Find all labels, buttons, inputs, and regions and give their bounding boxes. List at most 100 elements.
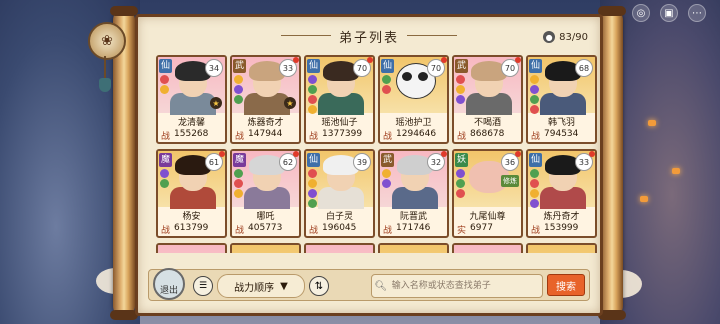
disciple-name: 瑶池护卫 (395, 118, 432, 128)
search-button[interactable]: 搜索 (547, 274, 585, 296)
power-row: 战 1377399 (309, 129, 371, 142)
disciple-name: 哪吒 (256, 212, 275, 222)
element-orb-icon (530, 189, 539, 198)
star-icon: ★ (284, 97, 296, 109)
disciple-card-partial[interactable] (304, 243, 375, 253)
disciple-card[interactable]: 武 33 ★ 炼器奇才战 147944 (230, 55, 301, 144)
element-orbs (160, 75, 169, 94)
disciple-card-partial[interactable] (230, 243, 301, 253)
disciple-name: 韩飞羽 (547, 118, 575, 128)
disciple-card[interactable]: 妖 36 修炼 九尾仙尊实 6977 (452, 149, 523, 238)
element-orb-icon (382, 179, 391, 188)
notification-dot-icon (515, 151, 521, 157)
power-label: 战 (531, 132, 541, 142)
search-box[interactable]: 🔍︎ (371, 274, 543, 298)
faction-badge: 仙 (159, 59, 172, 73)
element-orb-icon (308, 169, 317, 178)
power-label: 战 (235, 226, 245, 236)
disciple-card[interactable]: 武 70 不喝酒战 868678 (452, 55, 523, 144)
disciple-list-panel: 弟子列表 ● 83/90 仙 34 ★ 龙清馨战 155268 武 33 ★ 炼器奇才战 147… (135, 14, 603, 316)
exit-button[interactable]: 退出 (153, 268, 185, 300)
element-orb-icon (456, 179, 465, 188)
disciple-card[interactable]: 武 32 阮晋武战 171746 (378, 149, 449, 238)
chevron-down-icon: ▼ (280, 280, 288, 292)
power-row: 战 1294646 (383, 129, 445, 142)
power-label: 战 (161, 226, 171, 236)
power-label: 战 (161, 132, 171, 142)
faction-badge: 仙 (307, 59, 320, 73)
exit-label: 退出 (159, 286, 178, 296)
notification-dot-icon (219, 151, 225, 157)
element-orb-icon (530, 105, 539, 114)
power-row: 战 147944 (235, 129, 297, 142)
power-label: 战 (383, 132, 393, 142)
level-badge: 34 (205, 59, 223, 77)
element-orb-icon (308, 85, 317, 94)
power-value: 147944 (248, 129, 283, 139)
swap-arrows-icon[interactable]: ⇅ (309, 276, 329, 296)
sort-dropdown[interactable]: 战力顺序 ▼ (217, 274, 305, 298)
disciple-card[interactable]: 仙 70 瑶池仙子战 1377399 (304, 55, 375, 144)
disciple-card-partial[interactable] (156, 243, 227, 253)
disciple-card[interactable]: 魔 62 哪吒战 405773 (230, 149, 301, 238)
faction-badge: 仙 (529, 59, 542, 73)
element-orb-icon (530, 85, 539, 94)
disciple-card-partial[interactable] (452, 243, 523, 253)
element-orbs (382, 75, 391, 94)
element-orbs (456, 75, 465, 104)
element-orb-icon (382, 85, 391, 94)
element-orbs (382, 169, 391, 188)
element-orb-icon (530, 75, 539, 84)
element-orbs (234, 75, 243, 104)
power-row: 战 153999 (531, 223, 593, 236)
tassel-end (99, 78, 111, 92)
element-orb-icon (382, 75, 391, 84)
list-icon[interactable]: ☰ (193, 276, 213, 296)
person-circle-icon: ● (543, 31, 556, 43)
power-value: 6977 (470, 223, 493, 233)
scroll-roller-right (598, 6, 626, 320)
disciple-card[interactable]: 仙 39 白子灵战 196045 (304, 149, 375, 238)
level-badge: 39 (353, 153, 371, 171)
map-icon[interactable]: ▣ (660, 4, 678, 22)
power-row: 战 794534 (531, 129, 593, 142)
power-row: 战 405773 (235, 223, 297, 236)
notification-dot-icon (441, 151, 447, 157)
power-label: 战 (235, 132, 245, 142)
element-orb-icon (234, 169, 243, 178)
disciple-name: 阮晋武 (399, 212, 427, 222)
camera-icon[interactable]: ◎ (632, 4, 650, 22)
power-value: 1377399 (322, 129, 363, 139)
element-orb-icon (456, 169, 465, 178)
element-orbs (530, 169, 539, 208)
disciple-card-partial[interactable] (526, 243, 597, 253)
power-row: 战 196045 (309, 223, 371, 236)
element-orb-icon (160, 179, 169, 188)
faction-badge: 妖 (455, 153, 468, 167)
power-value: 405773 (248, 223, 283, 233)
power-value: 868678 (470, 129, 505, 139)
lantern-light (672, 168, 680, 174)
search-input[interactable] (389, 280, 542, 292)
level-badge: 68 (575, 59, 593, 77)
power-label: 战 (457, 132, 467, 142)
star-icon: ★ (210, 97, 222, 109)
power-value: 1294646 (396, 129, 437, 139)
lantern-light (640, 196, 648, 202)
disciple-card[interactable]: 仙 68 韩飞羽战 794534 (526, 55, 597, 144)
notification-dot-icon (293, 57, 299, 63)
faction-badge: 武 (455, 59, 468, 73)
faction-badge: 仙 (381, 59, 394, 73)
more-icon[interactable]: ⋯ (688, 4, 706, 22)
disciple-card[interactable]: 仙 34 ★ 龙清馨战 155268 (156, 55, 227, 144)
top-right-controls: ◎ ▣ ⋯ (632, 4, 706, 22)
disciple-name: 白子灵 (325, 212, 353, 222)
disciple-card[interactable]: 仙 70 瑶池护卫战 1294646 (378, 55, 449, 144)
element-orb-icon (308, 179, 317, 188)
disciple-card-partial[interactable] (378, 243, 449, 253)
element-orb-icon (234, 95, 243, 104)
notification-dot-icon (293, 151, 299, 157)
disciple-card[interactable]: 魔 61 杨安战 613799 (156, 149, 227, 238)
disciple-card[interactable]: 仙 33 炼丹奇才战 153999 (526, 149, 597, 238)
element-orb-icon (308, 105, 317, 114)
